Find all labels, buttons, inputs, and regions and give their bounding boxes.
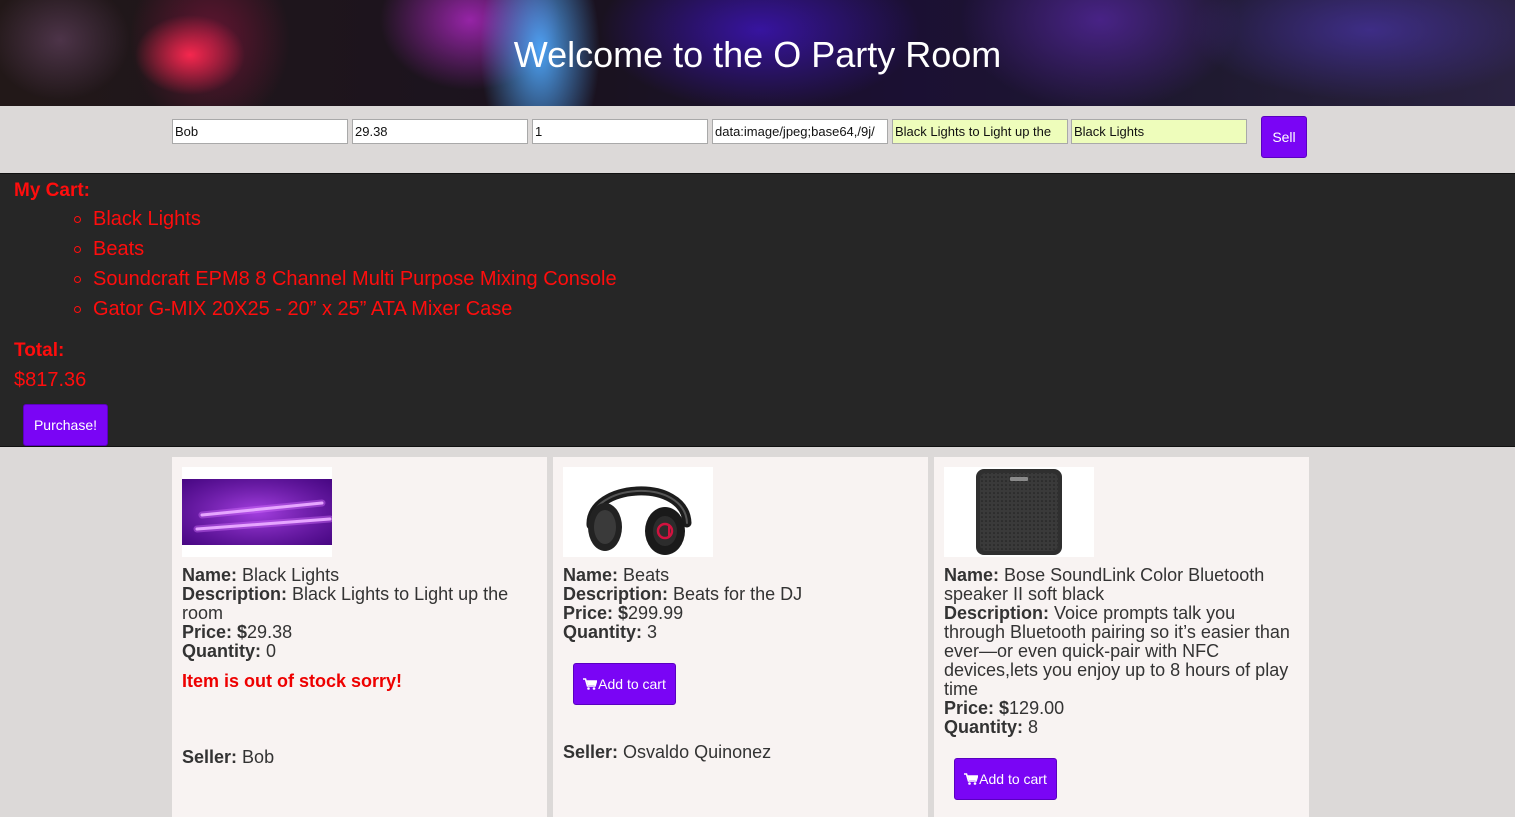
circle-bullet-icon (74, 246, 81, 253)
seller-field[interactable] (172, 119, 348, 144)
price-label: Price: $ (563, 603, 629, 623)
price-field[interactable] (352, 119, 528, 144)
product-name-row: Name: Beats (563, 566, 918, 585)
product-quantity: 8 (1028, 717, 1039, 737)
header-banner: Welcome to the O Party Room (0, 0, 1515, 106)
product-description-row: Description: Black Lights to Light up th… (182, 585, 537, 623)
name-field[interactable] (1071, 119, 1247, 144)
product-price: 129.00 (1009, 698, 1065, 718)
product-quantity: 3 (647, 622, 658, 642)
product-name: Black Lights (242, 565, 340, 585)
product-seller-row: Seller: Osvaldo Quinonez (563, 742, 771, 763)
product-quantity-row: Quantity: 0 (182, 642, 537, 661)
price-label: Price: $ (182, 622, 248, 642)
cart-item-label: Soundcraft EPM8 8 Channel Multi Purpose … (93, 268, 617, 290)
circle-bullet-icon (74, 306, 81, 313)
description-field[interactable] (892, 119, 1068, 144)
product-description: Beats for the DJ (673, 584, 803, 604)
product-name-row: Name: Bose SoundLink Color Bluetooth spe… (944, 566, 1299, 604)
product-card-black-lights: Name: Black Lights Description: Black Li… (172, 457, 547, 817)
product-description-row: Description: Voice prompts talk you thro… (944, 604, 1299, 699)
product-price-row: Price: $29.38 (182, 623, 537, 642)
out-of-stock-message: Item is out of stock sorry! (182, 671, 403, 691)
price-label: Price: $ (944, 698, 1010, 718)
quantity-field[interactable] (532, 119, 708, 144)
add-to-cart-button[interactable]: Add to cart (954, 758, 1057, 800)
cart-list: Black Lights Beats Soundcraft EPM8 8 Cha… (74, 207, 617, 327)
circle-bullet-icon (74, 276, 81, 283)
quantity-label: Quantity: (944, 717, 1023, 737)
total-value: $817.36 (14, 369, 87, 391)
product-seller: Osvaldo Quinonez (623, 742, 772, 762)
product-info: Name: Beats Description: Beats for the D… (563, 566, 918, 642)
shopping-cart-icon (964, 773, 979, 785)
description-label: Description: (182, 584, 288, 604)
product-name-row: Name: Black Lights (182, 566, 537, 585)
sell-button[interactable]: Sell (1261, 116, 1307, 158)
product-info: Name: Bose SoundLink Color Bluetooth spe… (944, 566, 1299, 737)
description-label: Description: (563, 584, 669, 604)
cart-item-label: Gator G-MIX 20X25 - 20” x 25” ATA Mixer … (93, 298, 513, 320)
total-label: Total: (14, 340, 65, 361)
product-price-row: Price: $299.99 (563, 604, 918, 623)
add-to-cart-label: Add to cart (598, 676, 666, 692)
product-image (182, 467, 332, 557)
name-label: Name: (944, 565, 1000, 585)
cart-item-label: Black Lights (93, 208, 201, 230)
product-price: 299.99 (628, 603, 684, 623)
add-to-cart-button[interactable]: Add to cart (573, 663, 676, 705)
product-seller: Bob (242, 747, 275, 767)
page-title: Welcome to the O Party Room (513, 34, 1002, 75)
product-price-row: Price: $129.00 (944, 699, 1299, 718)
product-name: Beats (623, 565, 670, 585)
cart-item: Beats (74, 237, 617, 267)
product-quantity-row: Quantity: 8 (944, 718, 1299, 737)
product-card-beats: Name: Beats Description: Beats for the D… (553, 457, 928, 817)
sell-form: Sell (0, 106, 1515, 173)
product-quantity-row: Quantity: 3 (563, 623, 918, 642)
name-label: Name: (563, 565, 619, 585)
shopping-cart-icon (583, 678, 598, 690)
seller-label: Seller: (563, 742, 619, 762)
bluetooth-speaker-icon (944, 467, 1094, 557)
quantity-label: Quantity: (563, 622, 642, 642)
quantity-label: Quantity: (182, 641, 261, 661)
product-info: Name: Black Lights Description: Black Li… (182, 566, 537, 661)
black-light-tubes-icon (182, 467, 332, 557)
description-label: Description: (944, 603, 1050, 623)
product-image (944, 467, 1094, 557)
cart-item: Black Lights (74, 207, 617, 237)
product-seller-row: Seller: Bob (182, 747, 274, 768)
circle-bullet-icon (74, 216, 81, 223)
cart-item: Gator G-MIX 20X25 - 20” x 25” ATA Mixer … (74, 297, 617, 327)
product-image (563, 467, 713, 557)
headphones-icon (563, 467, 713, 557)
add-to-cart-label: Add to cart (979, 771, 1047, 787)
product-quantity: 0 (266, 641, 277, 661)
cart-heading: My Cart: (14, 180, 91, 201)
name-label: Name: (182, 565, 238, 585)
product-description-row: Description: Beats for the DJ (563, 585, 918, 604)
cart-item-label: Beats (93, 238, 145, 260)
product-card-bose-speaker: Name: Bose SoundLink Color Bluetooth spe… (934, 457, 1309, 817)
image-field[interactable] (712, 119, 888, 144)
product-price: 29.38 (247, 622, 293, 642)
seller-label: Seller: (182, 747, 238, 767)
purchase-button[interactable]: Purchase! (23, 404, 108, 446)
cart-item: Soundcraft EPM8 8 Channel Multi Purpose … (74, 267, 617, 297)
cart-panel: My Cart: Black Lights Beats Soundcraft E… (0, 173, 1515, 447)
